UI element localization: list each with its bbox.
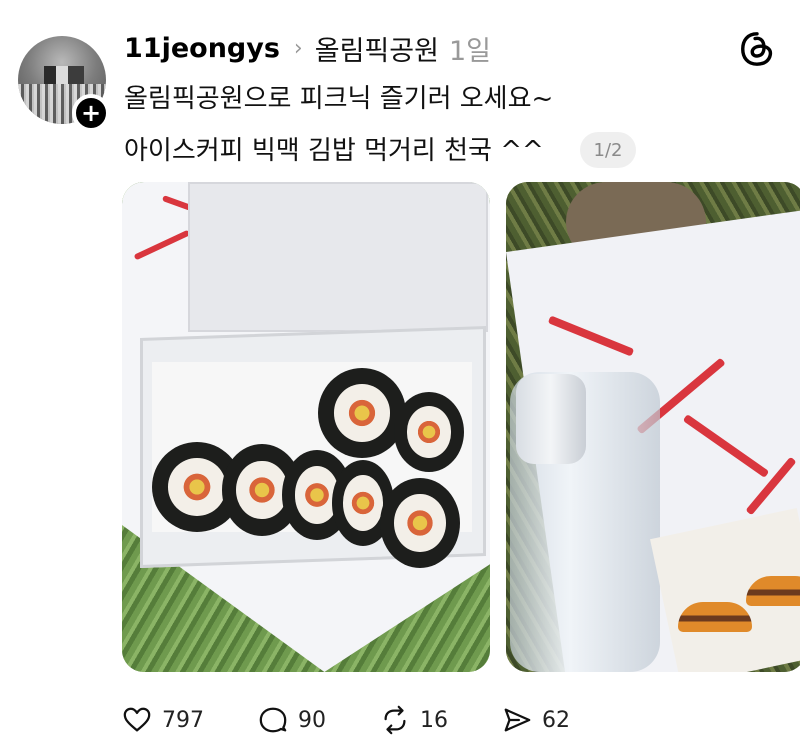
like-count: 797	[162, 707, 204, 733]
post-action-bar: 797 90 16 62	[122, 700, 624, 740]
chevron-right-icon: ›	[293, 35, 303, 61]
author-username[interactable]: 11jeongys	[124, 33, 280, 64]
send-icon	[504, 708, 531, 732]
author-avatar-group[interactable]: +	[18, 36, 110, 132]
heart-icon	[123, 707, 151, 732]
post-photo-picnic[interactable]	[506, 182, 800, 672]
plus-icon: +	[80, 99, 102, 127]
like-button[interactable]: 797	[122, 705, 204, 735]
post-header: 11jeongys › 올림픽공원 1일	[124, 29, 491, 68]
repost-count: 16	[420, 707, 448, 733]
post-text-line-2: 아이스커피 빅맥 김밥 먹거리 천국 ^^	[124, 136, 544, 166]
kimbap-piece	[394, 392, 464, 472]
bottle-cap	[516, 374, 586, 464]
share-button[interactable]: 62	[502, 705, 570, 735]
box-lid	[188, 182, 488, 332]
threads-logo-icon[interactable]	[738, 30, 776, 68]
kimbap-piece	[318, 368, 406, 458]
post-photo-kimbap[interactable]	[122, 182, 490, 672]
repost-icon	[384, 705, 406, 735]
avatar-flags	[44, 66, 84, 84]
post-timestamp: 1일	[448, 35, 491, 67]
post-text-line-1: 올림픽공원으로 피크닉 즐기러 오세요~	[124, 84, 554, 114]
share-count: 62	[542, 707, 570, 733]
media-page-indicator: 1/2	[580, 132, 636, 168]
kimbap-piece	[380, 478, 460, 568]
community-link[interactable]: 올림픽공원	[315, 29, 439, 68]
comment-icon	[259, 707, 287, 733]
follow-plus-button[interactable]: +	[72, 94, 110, 132]
burger-print	[678, 602, 752, 632]
reply-count: 90	[298, 707, 326, 733]
repost-button[interactable]: 16	[380, 705, 448, 735]
reply-button[interactable]: 90	[258, 705, 326, 735]
